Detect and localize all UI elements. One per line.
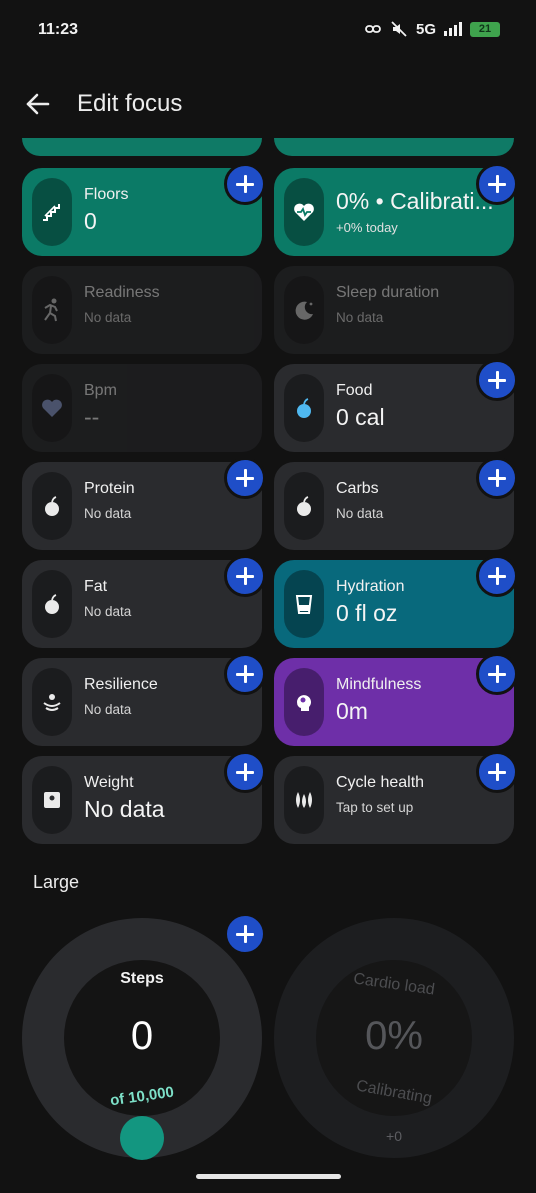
- card-label: Cycle health: [336, 774, 425, 791]
- card-label: Resilience: [84, 676, 158, 693]
- steps-tile[interactable]: Steps 0 of 10,000: [22, 918, 262, 1160]
- section-title-large: Large: [33, 872, 80, 892]
- steps-label: Steps: [120, 970, 164, 987]
- card-label: Sleep duration: [336, 284, 440, 301]
- apple-icon: [32, 570, 72, 638]
- add-carbs-button[interactable]: [476, 457, 518, 499]
- card-subtext: No data: [84, 310, 132, 325]
- add-resilience-button[interactable]: [224, 653, 266, 695]
- runner-icon: [32, 276, 72, 344]
- card-value: 0: [84, 208, 97, 234]
- card-subtext: No data: [84, 604, 132, 619]
- card-subtext: +0% today: [336, 220, 398, 235]
- stairs-icon: [32, 178, 72, 246]
- apple-icon: [284, 374, 324, 442]
- network-type: 5G: [415, 20, 436, 38]
- heart-icon: [32, 374, 72, 442]
- card-subtext: Tap to set up: [336, 800, 414, 815]
- battery-icon: 21: [470, 21, 500, 37]
- partial-card-left[interactable]: [22, 138, 262, 156]
- apple-icon: [32, 472, 72, 540]
- add-mindfulness-button[interactable]: [476, 653, 518, 695]
- apple-icon: [284, 472, 324, 540]
- card-label: Floors: [84, 186, 129, 203]
- head-icon: [284, 668, 324, 736]
- resilience-icon: [32, 668, 72, 736]
- add-fat-button[interactable]: [224, 555, 266, 597]
- app-bar: Edit focus: [0, 78, 536, 130]
- link-icon: [364, 20, 382, 38]
- card-label: Bpm: [84, 382, 117, 399]
- add-food-button[interactable]: [476, 359, 518, 401]
- steps-progress-knob: [120, 1116, 164, 1160]
- add-protein-button[interactable]: [224, 457, 266, 499]
- card-label: Mindfulness: [336, 676, 422, 693]
- card-subtext: No data: [336, 506, 384, 521]
- arrow-left-icon[interactable]: [22, 88, 54, 120]
- card-label: Carbs: [336, 480, 379, 497]
- page-title: Edit focus: [77, 90, 183, 117]
- card-label: Fat: [84, 578, 108, 595]
- cardio-load-tile: Cardio load 0% Calibrating +0: [274, 918, 514, 1158]
- status-bar: 11:23 5G 21: [0, 0, 536, 60]
- status-icons: 5G 21: [364, 20, 500, 38]
- card-value: --: [84, 404, 100, 430]
- card-label: Readiness: [84, 284, 160, 301]
- add-hrv-button[interactable]: [476, 163, 518, 205]
- mute-icon: [390, 20, 408, 38]
- card-value: 0 cal: [336, 404, 385, 430]
- card-label: Weight: [84, 774, 134, 791]
- card-value: 0% • Calibrati...: [336, 188, 494, 214]
- cardio-load-value: 0%: [365, 1014, 423, 1058]
- scale-icon: [32, 766, 72, 834]
- card-value: 0 fl oz: [336, 600, 398, 626]
- card-label: Protein: [84, 480, 135, 497]
- add-steps-button[interactable]: [224, 913, 266, 955]
- card-subtext: No data: [336, 310, 384, 325]
- home-indicator[interactable]: [196, 1174, 341, 1179]
- card-subtext: No data: [84, 506, 132, 521]
- card-bpm: Bpm --: [22, 364, 262, 452]
- card-value: No data: [84, 796, 165, 822]
- moon-icon: [284, 276, 324, 344]
- add-hydration-button[interactable]: [476, 555, 518, 597]
- add-floors-button[interactable]: [224, 163, 266, 205]
- card-readiness: Readiness No data: [22, 266, 262, 354]
- card-sleep-duration: Sleep duration No data: [274, 266, 514, 354]
- card-value: 0m: [336, 698, 368, 724]
- signal-icon: [444, 22, 462, 36]
- add-weight-button[interactable]: [224, 751, 266, 793]
- card-label: Food: [336, 382, 373, 399]
- add-cycle-health-button[interactable]: [476, 751, 518, 793]
- card-label: Hydration: [336, 578, 405, 595]
- cardio-load-delta: +0: [386, 1128, 402, 1144]
- glass-icon: [284, 570, 324, 638]
- partial-card-right[interactable]: [274, 138, 514, 156]
- heart-wave-icon: [284, 178, 324, 246]
- drops-icon: [284, 766, 324, 834]
- status-time: 11:23: [38, 21, 79, 38]
- card-subtext: No data: [84, 702, 132, 717]
- steps-value: 0: [130, 1014, 154, 1058]
